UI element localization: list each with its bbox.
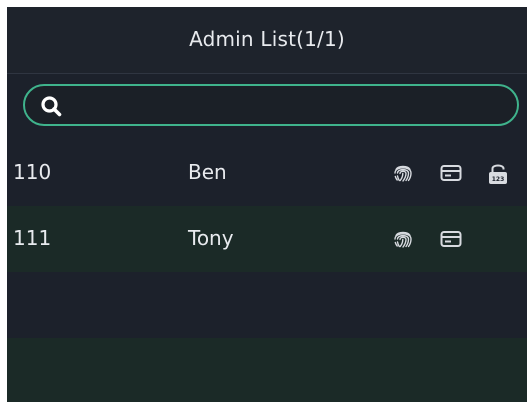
admin-id: 110 bbox=[13, 160, 52, 184]
page-title: Admin List(1/1) bbox=[189, 27, 345, 51]
title-bar: Admin List(1/1) bbox=[7, 7, 527, 74]
password-lock-icon: 123 bbox=[489, 164, 507, 184]
admin-row[interactable]: 110 Ben 123 bbox=[7, 140, 527, 206]
card-icon bbox=[440, 231, 462, 247]
search-icon[interactable] bbox=[40, 95, 62, 117]
svg-text:123: 123 bbox=[492, 176, 505, 183]
search-box[interactable] bbox=[23, 84, 519, 126]
card-icon bbox=[440, 165, 462, 181]
admin-list-screen: Admin List(1/1) 110 Ben 123 111 Tony bbox=[7, 7, 527, 402]
fingerprint-icon bbox=[394, 165, 412, 182]
admin-name: Tony bbox=[188, 226, 234, 250]
admin-list: 110 Ben 123 111 Tony bbox=[7, 140, 527, 402]
admin-name: Ben bbox=[188, 160, 227, 184]
admin-row[interactable]: 111 Tony bbox=[7, 206, 527, 272]
empty-row bbox=[7, 272, 527, 338]
search-input[interactable] bbox=[71, 92, 505, 120]
fingerprint-icon bbox=[394, 231, 412, 248]
admin-id: 111 bbox=[13, 226, 52, 250]
empty-row bbox=[7, 338, 527, 402]
